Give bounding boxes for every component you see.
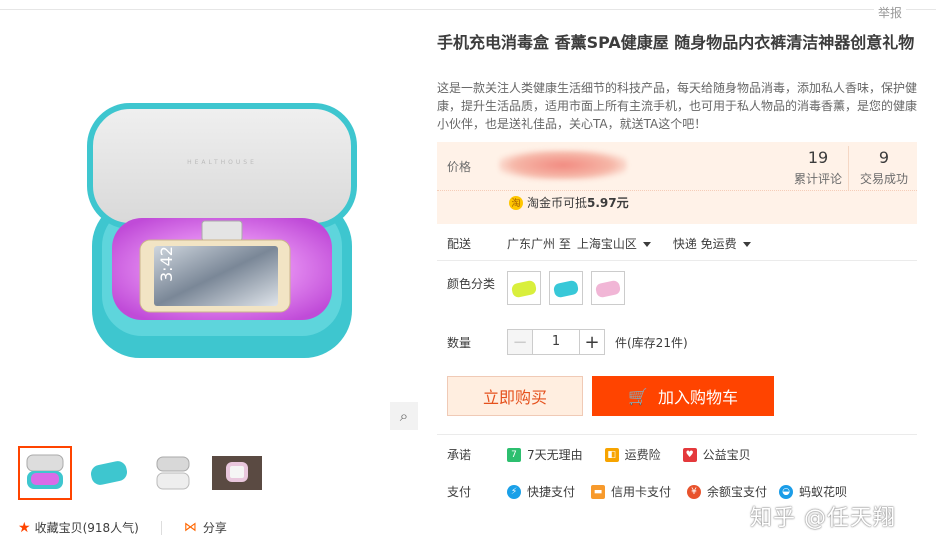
promise-item-label: 7天无理由 xyxy=(527,448,583,462)
thumb-grey-box-image xyxy=(156,456,190,490)
shipping-insurance-icon: ◧ xyxy=(604,447,619,462)
share-label[interactable]: 分享 xyxy=(203,519,227,536)
add-to-cart-label: 加入购物车 xyxy=(657,388,738,407)
deals-count: 9 xyxy=(878,148,890,167)
gallery-actions: ★ 收藏宝贝 (918人气) ⋈ 分享 xyxy=(18,519,227,536)
payment-item-quick[interactable]: ⚡ 快捷支付 xyxy=(507,483,575,500)
promise-item-label: 运费险 xyxy=(624,448,661,462)
credit-card-icon: ▬ xyxy=(591,484,606,499)
divider xyxy=(160,520,162,535)
coin-text: 淘金币可抵 xyxy=(527,196,588,210)
coin-icon: 淘 xyxy=(509,195,523,210)
delivery-label: 配送 xyxy=(447,237,472,251)
color-row: 颜色分类 xyxy=(447,271,625,305)
coin-value: 5.97元 xyxy=(587,196,629,210)
promise-item-label: 公益宝贝 xyxy=(702,448,751,462)
thumb-closed-box-image xyxy=(90,461,128,485)
reviews-stat[interactable]: 19 累计评论 xyxy=(789,148,847,187)
quantity-stepper: − 1 + xyxy=(507,329,605,355)
stock-text: 件(库存21件) xyxy=(615,335,688,350)
payment-row: 支付 ⚡ 快捷支付 ▬ 信用卡支付 ¥ 余额宝支付 ◒ 蚂蚁花呗 xyxy=(447,483,847,500)
payment-item-label: 快捷支付 xyxy=(527,485,576,499)
svg-text:3:42: 3:42 xyxy=(157,246,176,282)
delivery-method: 快递 免运费 xyxy=(672,237,737,251)
promise-item-no-reason[interactable]: 7 7天无理由 xyxy=(507,446,583,463)
favorite-count: (918人气) xyxy=(82,521,139,535)
color-swatch-pink xyxy=(595,280,621,298)
promise-item-charity[interactable]: ♥ 公益宝贝 xyxy=(682,446,751,463)
stat-divider xyxy=(848,146,849,190)
color-options xyxy=(507,271,625,305)
delivery-method-select[interactable]: 快递 免运费 xyxy=(673,235,751,252)
payment-item-yuebao[interactable]: ¥ 余额宝支付 xyxy=(687,483,767,500)
charity-heart-icon: ♥ xyxy=(682,447,697,462)
lid-brand-text: HEALTHOUSE xyxy=(187,159,257,166)
quantity-row: 数量 − 1 + 件(库存21件) xyxy=(447,329,688,355)
reviews-count: 19 xyxy=(807,148,829,167)
chevron-down-icon xyxy=(642,242,651,247)
cart-icon: 🛒 xyxy=(628,386,648,406)
report-link[interactable]: 举报 xyxy=(873,4,906,21)
coin-offer: 淘 淘金币可抵 5.97元 xyxy=(509,194,629,211)
deals-label: 交易成功 xyxy=(859,172,908,186)
quantity-decrease-button[interactable]: − xyxy=(507,329,533,355)
thumbnail-3[interactable] xyxy=(146,446,200,500)
favorite-label[interactable]: 收藏宝贝 xyxy=(35,519,83,536)
quantity-input[interactable]: 1 xyxy=(533,329,579,355)
delivery-row: 配送 广东广州 至 上海宝山区 快递 免运费 xyxy=(447,235,751,252)
color-swatch-turquoise xyxy=(553,280,579,298)
delivery-destination-select[interactable]: 上海宝山区 xyxy=(577,235,651,252)
thumbnail-2[interactable] xyxy=(82,446,136,500)
promise-item-shipping-insurance[interactable]: ◧ 运费险 xyxy=(604,446,661,463)
add-to-cart-button[interactable]: 🛒 加入购物车 xyxy=(592,376,774,416)
seven-day-icon: 7 xyxy=(507,447,521,462)
thumb-dark-photo-image xyxy=(212,456,262,490)
quantity-increase-button[interactable]: + xyxy=(579,329,605,355)
payment-item-label: 蚂蚁花呗 xyxy=(799,485,848,499)
delivery-to: 上海宝山区 xyxy=(576,237,637,251)
color-option-green[interactable] xyxy=(507,271,541,305)
thumb-open-box-image xyxy=(26,454,64,489)
watermark: 知乎 @任天翔 xyxy=(750,506,896,531)
main-product-image[interactable]: HEALTHOUSE 3:42 xyxy=(22,28,418,428)
section-divider xyxy=(437,260,917,261)
star-icon[interactable]: ★ xyxy=(18,520,31,536)
payment-item-label: 信用卡支付 xyxy=(611,485,672,499)
quantity-label: 数量 xyxy=(447,335,472,350)
product-title: 手机充电消毒盒 香薰SPA健康屋 随身物品内衣裤清洁神器创意礼物 xyxy=(437,33,915,52)
yuebao-icon: ¥ xyxy=(687,484,702,499)
color-option-turquoise[interactable] xyxy=(549,271,583,305)
price-panel: 价格 19 累计评论 9 交易成功 淘 淘金币可抵 5.97元 xyxy=(437,142,917,224)
payment-label: 支付 xyxy=(447,485,472,499)
quick-pay-icon: ⚡ xyxy=(507,484,521,499)
thumbnail-1[interactable] xyxy=(18,446,72,500)
price-divider xyxy=(437,190,917,191)
chevron-down-icon xyxy=(742,242,751,247)
buy-now-button[interactable]: 立即购买 xyxy=(447,376,583,416)
huabei-icon: ◒ xyxy=(779,484,794,499)
payment-item-credit-card[interactable]: ▬ 信用卡支付 xyxy=(591,483,671,500)
thumbnail-4[interactable] xyxy=(210,446,264,500)
delivery-from: 广东广州 至 xyxy=(507,237,571,251)
promise-label: 承诺 xyxy=(447,448,472,462)
color-swatch-green xyxy=(511,280,537,298)
thumbnail-strip xyxy=(18,446,264,500)
share-icon[interactable]: ⋈ xyxy=(184,520,197,535)
payment-item-label: 余额宝支付 xyxy=(707,485,768,499)
product-description: 这是一款关注人类健康生活细节的科技产品，每天给随身物品消毒，添加私人香味，保护健… xyxy=(437,81,918,131)
zoom-icon[interactable]: ⌕ xyxy=(390,402,418,430)
price-label: 价格 xyxy=(447,160,472,174)
price-value-blurred xyxy=(499,150,627,180)
promise-row: 承诺 7 7天无理由 ◧ 运费险 ♥ 公益宝贝 xyxy=(447,446,773,463)
color-label: 颜色分类 xyxy=(447,277,496,291)
section-divider xyxy=(437,434,917,435)
deals-stat[interactable]: 9 交易成功 xyxy=(855,148,913,187)
payment-item-huabei[interactable]: ◒ 蚂蚁花呗 xyxy=(779,483,847,500)
top-divider xyxy=(0,9,936,10)
color-option-pink[interactable] xyxy=(591,271,625,305)
reviews-label: 累计评论 xyxy=(793,172,842,186)
